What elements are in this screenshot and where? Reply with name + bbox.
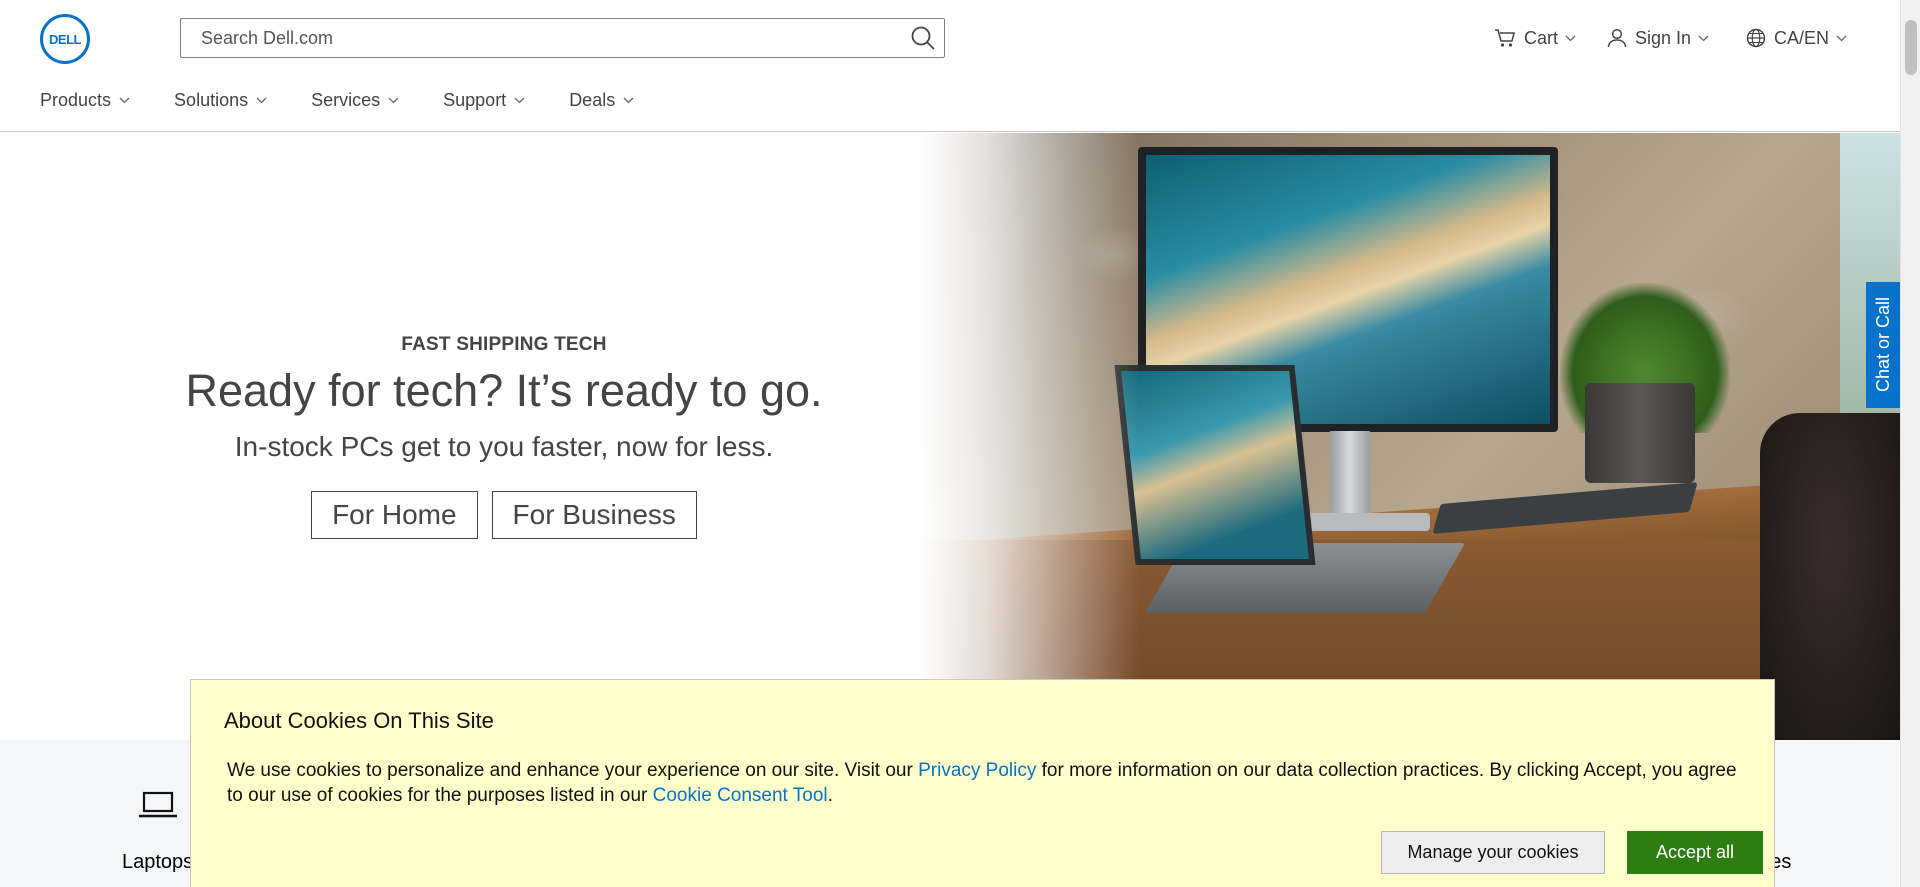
cookie-text-part: . (827, 785, 833, 806)
site-header: DELL Cart Sign In CA/EN Products Solutio… (0, 0, 1900, 132)
dell-logo[interactable]: DELL (40, 14, 90, 64)
cookie-consent-tool-link[interactable]: Cookie Consent Tool (653, 785, 828, 806)
logo-text: DELL (49, 31, 81, 47)
nav-item-label: Products (40, 89, 112, 110)
nav-item-label: Services (311, 89, 381, 110)
privacy-policy-link[interactable]: Privacy Policy (918, 760, 1036, 781)
hero-cta-group: For Home For Business (0, 491, 1008, 539)
chevron-down-icon (1565, 35, 1576, 41)
chat-tab-label: Chat or Call (1872, 297, 1893, 393)
chevron-down-icon (388, 97, 399, 103)
nav-item-solutions[interactable]: Solutions (174, 86, 267, 114)
chevron-down-icon (119, 97, 130, 103)
search-input[interactable] (181, 19, 881, 57)
nav-item-support[interactable]: Support (443, 86, 525, 114)
laptop-icon (139, 791, 177, 818)
cart-icon (1495, 29, 1515, 47)
nav-item-label: Deals (569, 89, 616, 110)
for-business-button[interactable]: For Business (491, 491, 697, 539)
chevron-down-icon (1836, 35, 1847, 41)
cart-button[interactable]: Cart (1494, 24, 1576, 52)
chevron-down-icon (256, 97, 267, 103)
hero-image (920, 133, 1900, 740)
nav-item-label: Solutions (174, 89, 249, 110)
category-label: Laptops (122, 851, 194, 873)
scrollbar-thumb[interactable] (1905, 20, 1917, 75)
cookie-banner: About Cookies On This Site We use cookie… (190, 679, 1775, 887)
main-nav: Products Solutions Services Support Deal… (40, 86, 678, 114)
nav-item-deals[interactable]: Deals (569, 86, 634, 114)
for-home-button[interactable]: For Home (311, 491, 478, 539)
chat-or-call-tab[interactable]: Chat or Call (1866, 282, 1900, 408)
accept-all-button[interactable]: Accept all (1627, 831, 1763, 874)
hero-subhead: In-stock PCs get to you faster, now for … (234, 431, 774, 462)
sign-in-label: Sign In (1635, 27, 1692, 48)
cookie-text: We use cookies to personalize and enhanc… (227, 758, 1747, 808)
user-icon (1607, 28, 1627, 48)
search-button[interactable] (906, 22, 940, 54)
chevron-down-icon (514, 97, 525, 103)
nav-item-services[interactable]: Services (311, 86, 399, 114)
cart-label: Cart (1524, 27, 1559, 48)
cookie-text-part: We use cookies to personalize and enhanc… (227, 760, 919, 781)
hero-text-block: FAST SHIPPING TECH Ready for tech? It’s … (0, 133, 1008, 740)
locale-label: CA/EN (1774, 27, 1830, 48)
globe-icon (1746, 28, 1766, 48)
page-scrollbar[interactable] (1900, 0, 1920, 887)
hero-eyebrow: FAST SHIPPING TECH (401, 334, 607, 355)
hero-headline: Ready for tech? It’s ready to go. (185, 365, 823, 416)
search-box (180, 18, 945, 58)
chevron-down-icon (623, 97, 634, 103)
hero-banner: FAST SHIPPING TECH Ready for tech? It’s … (0, 133, 1900, 740)
chevron-down-icon (1698, 35, 1709, 41)
nav-item-products[interactable]: Products (40, 86, 130, 114)
nav-item-label: Support (443, 89, 507, 110)
locale-selector[interactable]: CA/EN (1746, 24, 1847, 52)
cookie-title: About Cookies On This Site (224, 708, 494, 733)
search-icon (911, 26, 935, 50)
sign-in-button[interactable]: Sign In (1607, 24, 1709, 52)
manage-cookies-button[interactable]: Manage your cookies (1381, 831, 1605, 874)
